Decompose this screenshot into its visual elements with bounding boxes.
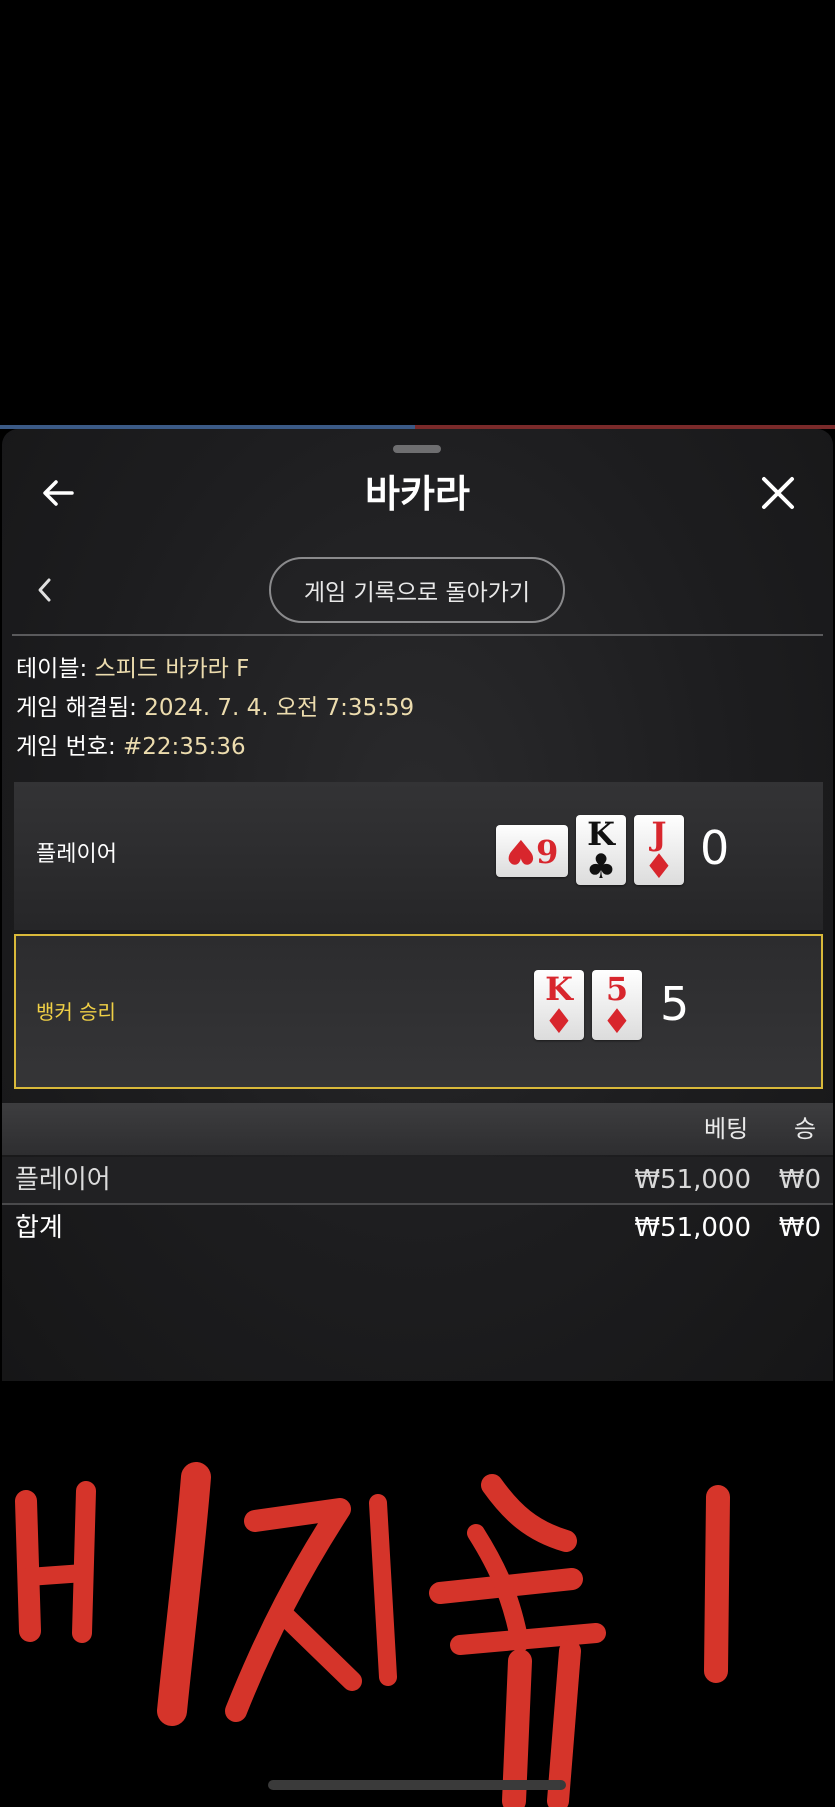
banker-win-label: 뱅커 승리	[36, 1000, 116, 1024]
sheet-drag-handle[interactable]	[393, 445, 441, 453]
info-table-line: 테이블: 스피드 바카라 F	[16, 654, 249, 684]
player-score: 0	[700, 821, 730, 875]
playing-card: J ♦	[634, 815, 684, 885]
info-game-no-value: #22:35:36	[123, 734, 246, 760]
playing-card: K ♦	[534, 970, 584, 1040]
bet-name: 플레이어	[15, 1165, 111, 1195]
playing-card: 5 ♦	[592, 970, 642, 1040]
banker-hand-row: 뱅커 승리 K ♦ 5 ♦ 5	[14, 934, 823, 1089]
card-suit: ♦	[601, 1002, 633, 1042]
back-to-history-button[interactable]: 게임 기록으로 돌아가기	[269, 557, 565, 623]
total-bet: ₩51,000	[634, 1213, 751, 1243]
card-rank: 6	[536, 832, 559, 870]
handwritten-overlay-area	[0, 1381, 835, 1807]
table-total-row: 합계 ₩51,000 ₩0	[2, 1205, 833, 1251]
player-hand-row: 플레이어 6 ♥ K ♣ J ♦ 0	[14, 782, 823, 930]
card-suit: ♣	[585, 847, 617, 887]
info-game-no-label: 게임 번호:	[16, 734, 116, 760]
card-suit: ♦	[543, 1002, 575, 1042]
info-resolved-label: 게임 해결됨:	[16, 695, 137, 721]
close-icon[interactable]	[758, 473, 798, 513]
card-rank: K	[587, 815, 615, 853]
page-title: 바카라	[365, 472, 470, 516]
bets-table-header: 베팅 승	[2, 1103, 833, 1155]
info-table-value: 스피드 바카라 F	[94, 656, 250, 682]
playing-card: 6 ♥	[496, 825, 568, 877]
card-rank: J	[651, 815, 667, 853]
banker-score: 5	[660, 977, 690, 1031]
handwritten-scribble	[15, 1462, 730, 1807]
game-detail-sheet: 바카라 게임 기록으로 돌아가기 테이블: 스피드 바카라 F 게임 해결됨: …	[2, 429, 833, 1381]
divider	[12, 634, 823, 636]
col-bet-header: 베팅	[704, 1115, 749, 1143]
card-suit: ♥	[505, 831, 537, 871]
col-win-header: 승	[794, 1115, 817, 1143]
table-row: 플레이어 ₩51,000 ₩0	[2, 1157, 833, 1205]
home-indicator[interactable]	[268, 1780, 566, 1790]
bet-amount: ₩51,000	[634, 1165, 751, 1195]
total-win: ₩0	[778, 1213, 821, 1243]
top-black-area	[0, 0, 835, 425]
playing-card: K ♣	[576, 815, 626, 885]
card-rank: 5	[605, 970, 629, 1008]
player-label: 플레이어	[36, 842, 117, 867]
info-table-label: 테이블:	[16, 656, 88, 682]
card-rank: K	[545, 970, 573, 1008]
info-resolved-line: 게임 해결됨: 2024. 7. 4. 오전 7:35:59	[16, 693, 414, 723]
info-game-no-line: 게임 번호: #22:35:36	[16, 732, 246, 762]
card-suit: ♦	[643, 847, 675, 887]
chevron-left-icon[interactable]	[32, 575, 56, 605]
win-amount: ₩0	[778, 1165, 821, 1195]
info-resolved-value: 2024. 7. 4. 오전 7:35:59	[144, 695, 415, 721]
total-label: 합계	[15, 1213, 63, 1243]
